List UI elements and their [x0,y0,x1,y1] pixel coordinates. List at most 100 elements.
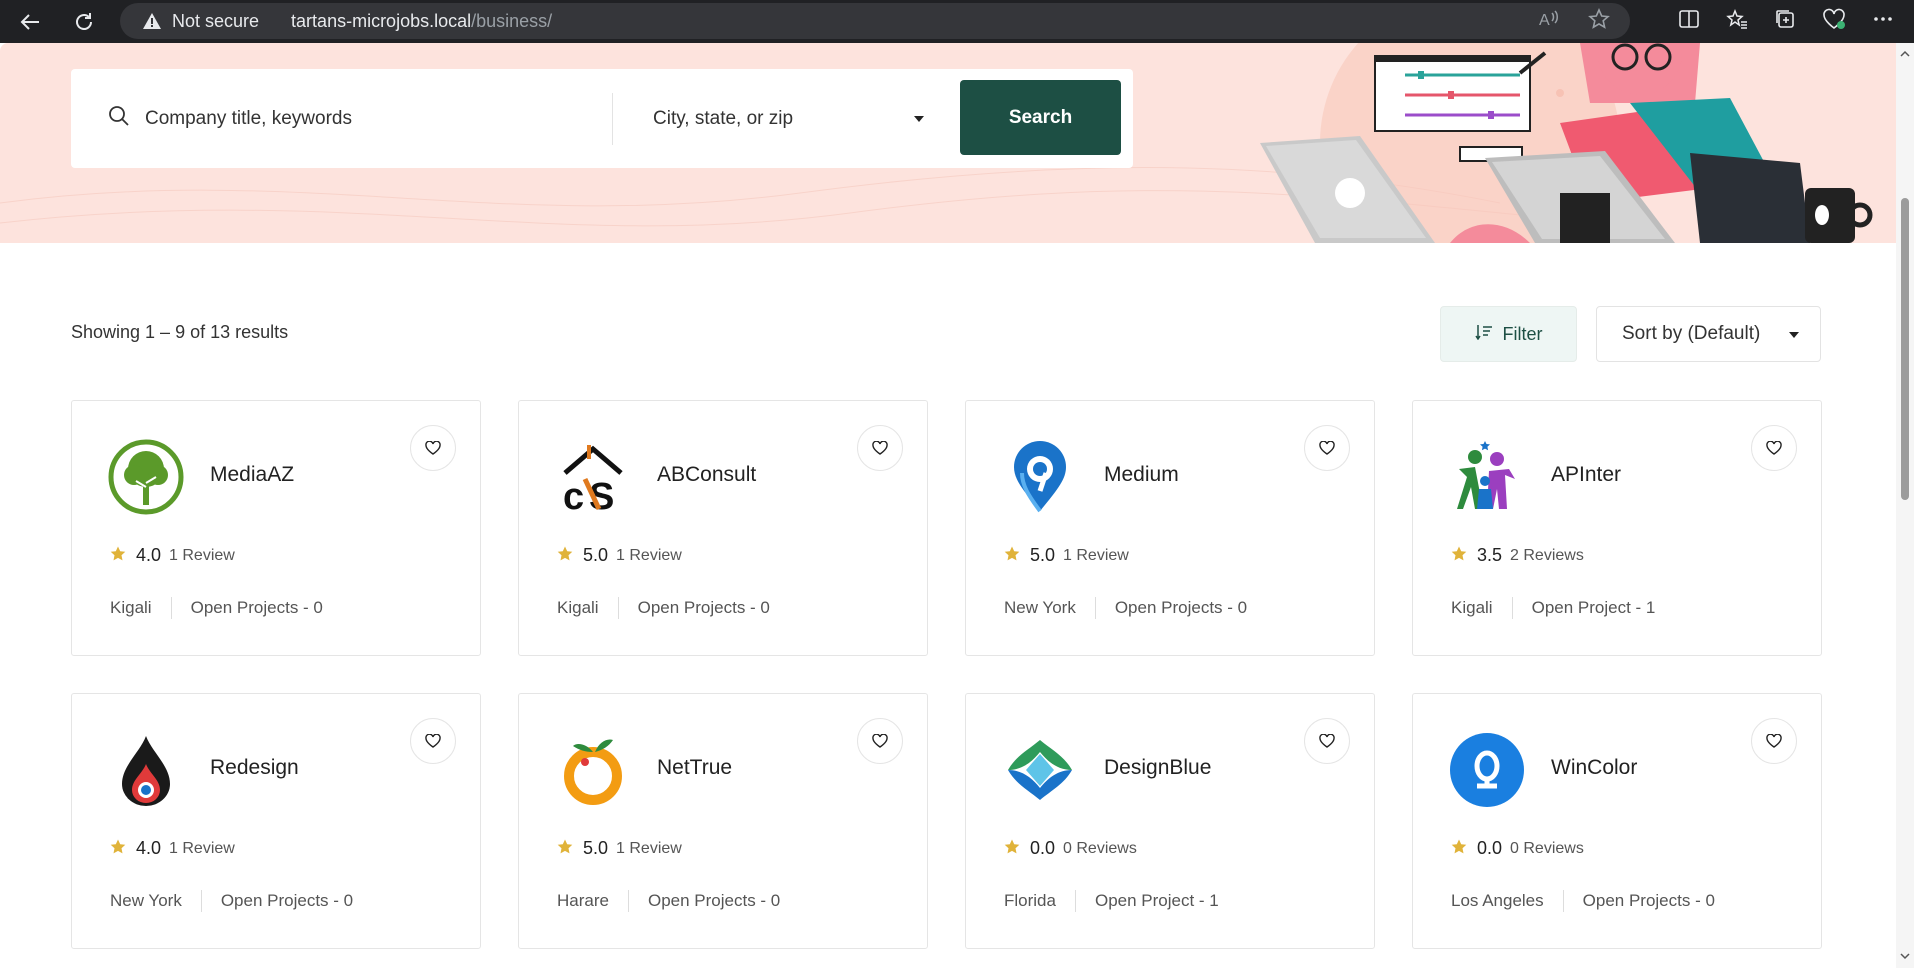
rating-value: 5.0 [583,545,609,565]
meta-divider [170,597,172,619]
heart-icon[interactable] [1751,425,1797,471]
collections-icon[interactable] [1774,8,1796,35]
review-count[interactable]: 0 Reviews [1063,840,1137,858]
results-count: Showing 1 – 9 of 13 results [71,322,289,342]
search-button[interactable]: Search [960,80,1121,155]
company-rating: 5.0 1 Review [557,838,682,859]
company-card[interactable]: Redesign 4.0 1 Review New York Open Proj… [71,693,481,949]
meta-divider [200,890,202,912]
tree-icon[interactable] [108,439,184,515]
search-icon [107,104,131,133]
warning-triangle-icon[interactable] [142,12,162,30]
heart-icon[interactable] [857,425,903,471]
location-select[interactable]: City, state, or zip [613,69,953,168]
open-projects: Open Projects - 0 [1114,598,1248,617]
company-name[interactable]: DesignBlue [1104,756,1211,780]
meta-divider [627,890,629,912]
flame-icon[interactable] [108,732,184,808]
company-card[interactable]: cS ABConsult 5.0 1 Review Kigali Open Pr… [518,400,928,656]
company-name[interactable]: Medium [1104,463,1179,487]
health-icon[interactable] [1822,8,1846,35]
vertical-scrollbar[interactable] [1896,43,1914,968]
company-card[interactable]: WinColor 0.0 0 Reviews Los Angeles Open … [1412,693,1822,949]
company-name[interactable]: ABConsult [657,463,756,487]
rating-value: 3.5 [1477,545,1503,565]
review-count[interactable]: 1 Review [169,840,235,858]
star-icon [110,839,126,859]
meta-divider [1562,890,1564,912]
rating-value: 4.0 [136,838,162,858]
house-monogram-icon[interactable]: cS [555,439,631,515]
company-location: Harare [557,891,609,910]
url-host: tartans-microjobs.local [291,10,472,31]
sort-lines-icon [1474,324,1493,345]
review-count[interactable]: 1 Review [1063,547,1129,565]
favorites-icon[interactable] [1726,8,1748,35]
hero-banner: Company title, keywords City, state, or … [0,43,1896,243]
company-name[interactable]: NetTrue [657,756,732,780]
open-projects: Open Project - 1 [1094,891,1219,910]
back-arrow-icon[interactable] [10,2,50,42]
open-projects: Open Project - 1 [1531,598,1656,617]
url-text[interactable]: tartans-microjobs.local/business/ [291,11,552,32]
star-icon [1004,839,1020,859]
company-card[interactable]: APInter 3.5 2 Reviews Kigali Open Projec… [1412,400,1822,656]
star-icon [110,546,126,566]
read-aloud-icon[interactable]: A [1538,9,1560,34]
svg-text:A: A [1539,12,1550,29]
meta-divider [617,597,619,619]
keyword-input[interactable]: Company title, keywords [145,108,352,130]
open-projects: Open Projects - 0 [190,598,323,617]
people-icon[interactable] [1449,439,1525,515]
split-screen-icon[interactable] [1678,8,1700,35]
heart-icon[interactable] [857,718,903,764]
heart-icon[interactable] [1304,425,1350,471]
review-count[interactable]: 2 Reviews [1510,547,1584,565]
company-name[interactable]: Redesign [210,756,299,780]
heart-icon[interactable] [1304,718,1350,764]
review-count[interactable]: 1 Review [616,840,682,858]
star-icon [1451,546,1467,566]
company-card[interactable]: DesignBlue 0.0 0 Reviews Florida Open Pr… [965,693,1375,949]
company-location: Kigali [1451,598,1493,617]
scroll-down-icon[interactable] [1900,951,1910,961]
heart-icon[interactable] [410,718,456,764]
company-card[interactable]: NetTrue 5.0 1 Review Harare Open Project… [518,693,928,949]
company-name[interactable]: APInter [1551,463,1621,487]
meta-divider [1094,597,1096,619]
company-name[interactable]: WinColor [1551,756,1637,780]
open-projects: Open Projects - 0 [637,598,770,617]
rating-value: 5.0 [583,838,609,858]
security-label[interactable]: Not secure [172,11,259,32]
scroll-up-icon[interactable] [1900,49,1910,59]
company-location: Florida [1004,891,1056,910]
review-count[interactable]: 0 Reviews [1510,840,1584,858]
reload-icon[interactable] [64,2,104,42]
heart-icon[interactable] [410,425,456,471]
address-bar[interactable]: Not secure tartans-microjobs.local/busin… [120,3,1630,39]
diamond-leaf-icon[interactable] [1002,732,1078,808]
company-name[interactable]: MediaAZ [210,463,294,487]
location-input[interactable]: City, state, or zip [653,108,793,130]
star-icon [557,546,573,566]
more-menu-icon[interactable] [1872,8,1894,35]
filter-button[interactable]: Filter [1440,306,1577,362]
company-meta: Florida Open Project - 1 [1004,890,1219,912]
blue-circle-letter-icon[interactable] [1449,732,1525,808]
sort-select[interactable]: Sort by (Default) [1596,306,1821,362]
company-meta: Kigali Open Projects - 0 [110,597,323,619]
company-meta: Los Angeles Open Projects - 0 [1451,890,1715,912]
rating-value: 5.0 [1030,545,1056,565]
review-count[interactable]: 1 Review [616,547,682,565]
caret-down-icon[interactable] [913,110,925,128]
star-icon[interactable] [1588,7,1610,35]
map-pin-icon[interactable] [1002,439,1078,515]
review-count[interactable]: 1 Review [169,547,235,565]
keyword-search-field[interactable]: Company title, keywords [71,69,612,168]
company-card[interactable]: MediaAZ 4.0 1 Review Kigali Open Project… [71,400,481,656]
heart-icon[interactable] [1751,718,1797,764]
scrollbar-thumb[interactable] [1901,198,1909,500]
company-card[interactable]: Medium 5.0 1 Review New York Open Projec… [965,400,1375,656]
orange-fruit-icon[interactable] [555,732,631,808]
company-location: Kigali [557,598,599,617]
